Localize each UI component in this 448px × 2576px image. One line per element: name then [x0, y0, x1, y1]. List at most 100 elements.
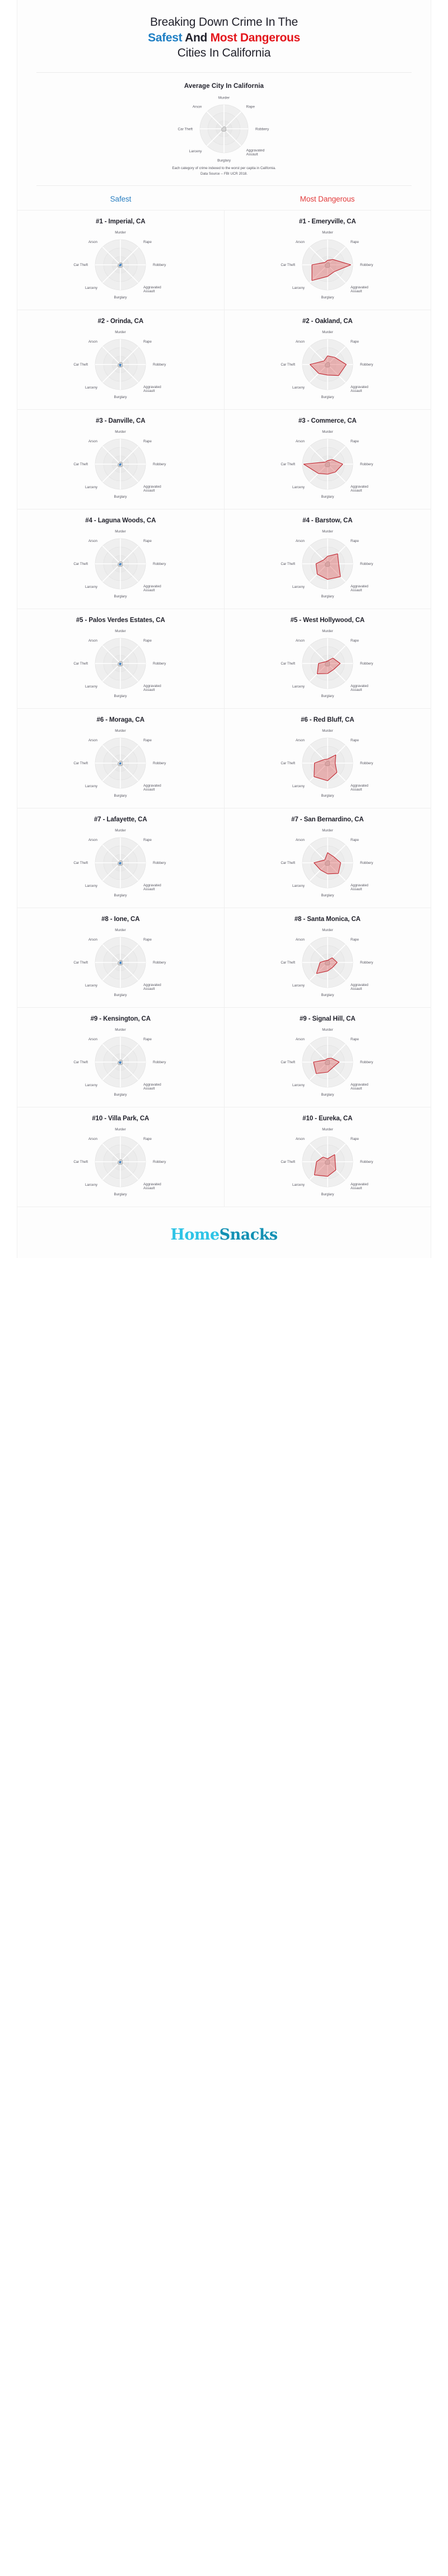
- most-dangerous-city-radar: Murder Rape Robbery Aggravated Assault Burgla…: [225, 624, 431, 702]
- axis-label-car-theft: Car Theft: [281, 662, 295, 666]
- title-safest-word: Safest: [148, 31, 183, 44]
- axis-label-arson: Arson: [296, 340, 305, 344]
- axis-label-robbery: Robbery: [360, 462, 374, 466]
- safest-city-cell[interactable]: #10 - Villa Park, CA Murder Rape Robbery Agg…: [17, 1107, 224, 1207]
- city-name: #10 - Eureka, CA: [302, 1115, 353, 1122]
- radar-chart: Murder Rape Robbery Aggravated Assault Burgla…: [281, 530, 374, 599]
- safest-city-cell[interactable]: #3 - Danville, CA Murder Rape Robbery Aggrav…: [17, 410, 224, 509]
- axis-label-larceny: Larceny: [292, 1083, 305, 1087]
- axis-label-robbery: Robbery: [153, 462, 166, 466]
- axis-label-rape: Rape: [143, 440, 152, 443]
- axis-label-burglary: Burglary: [321, 993, 334, 997]
- most-dangerous-city-cell[interactable]: #2 - Oakland, CA Murder Rape Robbery Aggrava…: [223, 310, 431, 409]
- axis-label-larceny: Larceny: [292, 685, 305, 689]
- axis-label-murder: Murder: [322, 629, 333, 633]
- axis-label-car-theft: Car Theft: [281, 1060, 295, 1064]
- city-row: #8 - Ione, CA Murder Rape Robbery Aggravated…: [17, 907, 431, 1007]
- axis-label-rape: Rape: [143, 340, 152, 344]
- page-title: Breaking Down Crime In The Safest And Mo…: [17, 0, 431, 69]
- axis-label-burglary: Burglary: [321, 1193, 334, 1196]
- axis-label-arson: Arson: [88, 1137, 98, 1141]
- most-dangerous-city-cell[interactable]: #4 - Barstow, CA Murder Rape Robbery Aggrava…: [223, 509, 431, 609]
- axis-label-aggravated-assault: Aggravated Assault: [351, 684, 368, 692]
- axis-label-murder: Murder: [115, 1028, 126, 1032]
- most-dangerous-city-cell[interactable]: #7 - San Bernardino, CA Murder Rape Robbery…: [223, 808, 431, 908]
- axis-label-car-theft: Car Theft: [178, 127, 193, 131]
- most-dangerous-city-cell[interactable]: #8 - Santa Monica, CA Murder Rape Robbery Ag…: [223, 908, 431, 1007]
- infographic-body: Breaking Down Crime In The Safest And Mo…: [17, 0, 431, 1258]
- axis-label-larceny: Larceny: [85, 485, 98, 489]
- safest-city-cell[interactable]: #1 - Imperial, CA Murder Rape Robbery Aggrav…: [17, 211, 224, 310]
- most-dangerous-city-radar: Murder Rape Robbery Aggravated Assault Burgla…: [225, 226, 431, 303]
- most-dangerous-city-cell[interactable]: #5 - West Hollywood, CA Murder Rape Robbery…: [223, 609, 431, 708]
- axis-label-larceny: Larceny: [85, 1183, 98, 1187]
- column-header-most-dangerous: Most Dangerous: [300, 194, 355, 203]
- city-name: #6 - Moraga, CA: [96, 716, 145, 723]
- axis-label-murder: Murder: [115, 430, 126, 434]
- radar-chart: Murder Rape Robbery Aggravated Assault Burgla…: [74, 729, 167, 798]
- city-name: #2 - Oakland, CA: [302, 317, 353, 325]
- most-dangerous-city-radar: Murder Rape Robbery Aggravated Assault Burgla…: [225, 525, 431, 602]
- axis-label-car-theft: Car Theft: [74, 761, 88, 765]
- city-name: #10 - Villa Park, CA: [92, 1115, 150, 1122]
- axis-label-robbery: Robbery: [360, 1160, 374, 1164]
- axis-label-car-theft: Car Theft: [74, 1160, 88, 1164]
- title-line-2: Safest And Most Dangerous: [29, 30, 419, 46]
- axis-label-arson: Arson: [88, 440, 98, 443]
- most-dangerous-city-cell[interactable]: #3 - Commerce, CA Murder Rape Robbery Aggrav…: [223, 409, 431, 509]
- axis-label-burglary: Burglary: [114, 993, 128, 997]
- radar-chart: Murder Rape Robbery Aggravated Assault Burgla…: [178, 96, 269, 162]
- safest-city-cell[interactable]: #2 - Orinda, CA Murder Rape Robbery Aggravat…: [17, 310, 224, 409]
- axis-label-larceny: Larceny: [292, 984, 305, 988]
- safest-city-cell[interactable]: #9 - Kensington, CA Murder Rape Robbery Aggr…: [17, 1008, 224, 1107]
- axis-label-aggravated-assault: Aggravated Assault: [143, 784, 161, 792]
- radar-chart: Murder Rape Robbery Aggravated Assault Burgla…: [74, 629, 167, 698]
- axis-label-burglary: Burglary: [321, 794, 334, 798]
- axis-label-aggravated-assault: Aggravated Assault: [143, 1083, 161, 1091]
- most-dangerous-city-cell[interactable]: #9 - Signal Hill, CA Murder Rape Robbery Agg…: [223, 1007, 431, 1107]
- axis-label-aggravated-assault: Aggravated Assault: [143, 485, 161, 493]
- axis-label-burglary: Burglary: [217, 158, 231, 162]
- safest-city-cell[interactable]: #7 - Lafayette, CA Murder Rape Robbery Aggra…: [17, 808, 224, 908]
- most-dangerous-city-radar: Murder Rape Robbery Aggravated Assault Burgla…: [225, 425, 431, 502]
- safest-city-radar: Murder Rape Robbery Aggravated Assault Burgla…: [17, 1023, 224, 1100]
- most-dangerous-city-radar: Murder Rape Robbery Aggravated Assault Burgla…: [225, 325, 431, 403]
- most-dangerous-city-radar: Murder Rape Robbery Aggravated Assault Burgla…: [225, 923, 431, 1001]
- most-dangerous-city-cell[interactable]: #10 - Eureka, CA Murder Rape Robbery Aggrava…: [223, 1107, 431, 1207]
- axis-label-larceny: Larceny: [85, 784, 98, 788]
- axis-label-murder: Murder: [115, 729, 126, 733]
- footnote-line-1: Each category of crime indexed to the wo…: [172, 166, 276, 171]
- most-dangerous-city-cell[interactable]: #6 - Red Bluff, CA Murder Rape Robbery Aggra…: [223, 708, 431, 808]
- axis-label-robbery: Robbery: [360, 662, 374, 666]
- axis-label-robbery: Robbery: [360, 363, 374, 367]
- most-dangerous-city-cell[interactable]: #1 - Emeryville, CA Murder Rape Robbery Aggr…: [223, 210, 431, 310]
- homesnacks-logo[interactable]: HomeSnacks: [17, 1226, 431, 1243]
- axis-label-burglary: Burglary: [114, 395, 128, 399]
- axis-label-larceny: Larceny: [85, 984, 98, 988]
- axis-label-burglary: Burglary: [114, 595, 128, 599]
- axis-label-arson: Arson: [296, 639, 305, 643]
- radar-chart: Murder Rape Robbery Aggravated Assault Burgla…: [281, 231, 374, 300]
- safest-city-cell[interactable]: #8 - Ione, CA Murder Rape Robbery Aggravated…: [17, 908, 224, 1007]
- axis-label-aggravated-assault: Aggravated Assault: [351, 1083, 368, 1091]
- city-name: #4 - Barstow, CA: [302, 517, 353, 524]
- axis-label-rape: Rape: [351, 1037, 359, 1041]
- radar-chart: Murder Rape Robbery Aggravated Assault Burgla…: [281, 1028, 374, 1097]
- footer: HomeSnacks: [17, 1206, 431, 1258]
- safest-city-radar: Murder Rape Robbery Aggravated Assault Burgla…: [17, 325, 224, 403]
- radar-chart: Murder Rape Robbery Aggravated Assault Burgla…: [281, 928, 374, 997]
- safest-city-cell[interactable]: #6 - Moraga, CA Murder Rape Robbery Aggravat…: [17, 709, 224, 808]
- safest-city-cell[interactable]: #4 - Laguna Woods, CA Murder Rape Robbery Ag…: [17, 509, 224, 609]
- axis-label-burglary: Burglary: [321, 694, 334, 698]
- axis-label-robbery: Robbery: [153, 961, 166, 965]
- axis-label-rape: Rape: [351, 240, 359, 244]
- axis-label-aggravated-assault: Aggravated Assault: [143, 585, 161, 592]
- axis-label-car-theft: Car Theft: [281, 263, 295, 267]
- city-row: #1 - Imperial, CA Murder Rape Robbery Aggrav…: [17, 209, 431, 310]
- safest-city-cell[interactable]: #5 - Palos Verdes Estates, CA Murder Rape R…: [17, 609, 224, 708]
- axis-label-robbery: Robbery: [153, 263, 166, 267]
- radar-chart: Murder Rape Robbery Aggravated Assault Burgla…: [74, 330, 167, 399]
- axis-label-car-theft: Car Theft: [281, 1160, 295, 1164]
- axis-label-larceny: Larceny: [292, 286, 305, 290]
- axis-label-murder: Murder: [115, 829, 126, 833]
